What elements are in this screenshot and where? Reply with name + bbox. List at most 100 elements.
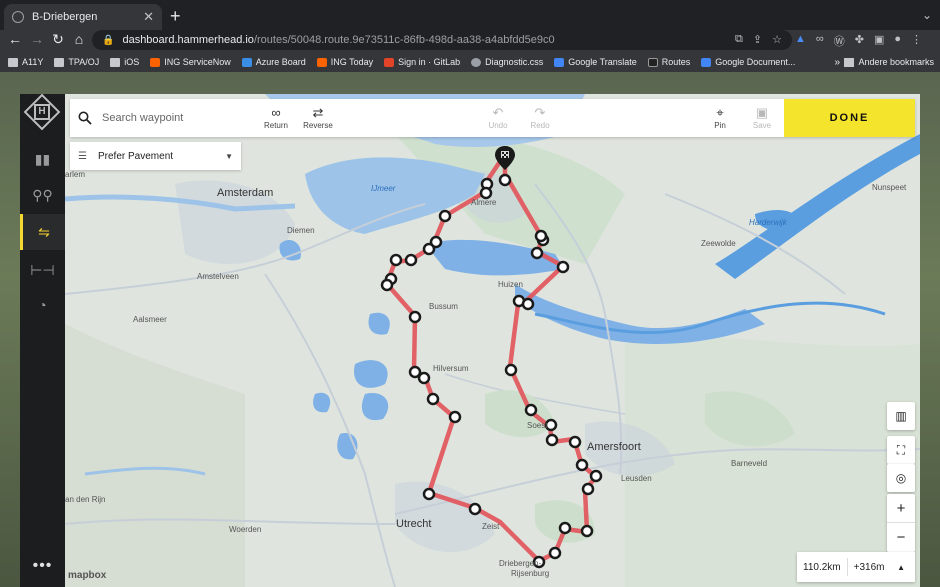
bookmark-item[interactable]: ING ServiceNow: [150, 57, 231, 67]
glasses-extension-icon[interactable]: ∞: [816, 33, 824, 49]
zoom-out-button[interactable]: −: [887, 523, 915, 552]
hammerhead-icon: [647, 57, 658, 67]
crosshair-icon: ◎: [895, 471, 907, 485]
bookmark-item[interactable]: ING Today: [316, 57, 373, 67]
new-tab-button[interactable]: +: [170, 6, 181, 27]
sidebar-item-workouts[interactable]: ⊢⊣: [20, 252, 65, 288]
undo-button[interactable]: ↶ Undo: [478, 105, 518, 130]
return-button[interactable]: ∞ Return: [256, 105, 296, 130]
bookmark-item[interactable]: iOS: [110, 57, 139, 67]
bookmark-item[interactable]: Google Translate: [554, 57, 637, 67]
map-label-ijmeer: IJmeer: [371, 184, 396, 193]
map-label-zeist: Zeist: [482, 522, 500, 531]
close-tab-icon[interactable]: ✕: [143, 9, 154, 25]
map-label-rijsenburg: Rijsenburg: [511, 569, 550, 578]
wordpress-extension-icon[interactable]: Ⓦ: [834, 33, 845, 49]
zoom-control: + −: [887, 494, 915, 552]
tab-search-icon[interactable]: ⌄: [922, 8, 932, 22]
map-label-almere: Almere: [471, 198, 497, 207]
bookmark-item[interactable]: Diagnostic.css: [471, 57, 543, 67]
search-waypoint-input[interactable]: [102, 112, 252, 124]
save-button[interactable]: ▣ Save: [742, 105, 782, 130]
map-label-amersfoort: Amersfoort: [587, 441, 641, 453]
sidebar-item-routes[interactable]: ⇋: [20, 214, 65, 250]
bar-chart-icon: ▮▮: [34, 150, 51, 167]
folder-icon: [110, 57, 121, 67]
install-app-icon[interactable]: ⧉: [735, 33, 743, 46]
sidebar-more-button[interactable]: •••: [20, 548, 65, 584]
reverse-button[interactable]: ⇄ Reverse: [298, 105, 338, 130]
map-label-diemen: Diemen: [287, 226, 315, 235]
redo-button[interactable]: ↷ Redo: [520, 105, 560, 130]
bookmarks-overflow[interactable]: »: [834, 57, 840, 68]
routing-preference-select[interactable]: ☰ Prefer Pavement ▼: [70, 142, 241, 170]
profile-avatar-icon[interactable]: ●: [894, 33, 901, 49]
extension-icons: ▲ ∞ Ⓦ ✤ ▣ ● ⋮: [795, 33, 922, 49]
mapbox-logo[interactable]: mapbox: [68, 570, 106, 581]
bookmark-item[interactable]: Sign in · GitLab: [384, 57, 460, 67]
lock-icon: 🔒: [102, 34, 115, 46]
map-label-huizen: Huizen: [498, 280, 523, 289]
bookmark-item[interactable]: A11Y: [8, 57, 43, 67]
page-viewport: H ▮▮ ⚲⚲ ⇋ ⊢⊣ ◔ ••• Amsterdam IJmeer Alme…: [0, 72, 940, 587]
bookmark-item[interactable]: Google Document...: [701, 57, 795, 67]
redo-icon: ↷: [534, 105, 546, 120]
caret-up-icon: ▲: [897, 562, 905, 572]
sidebar: H ▮▮ ⚲⚲ ⇋ ⊢⊣ ◔ •••: [20, 94, 65, 587]
map-label-utrecht: Utrecht: [396, 518, 432, 530]
route-distance: 110.2km: [803, 561, 841, 573]
save-disk-icon: ▣: [755, 105, 769, 120]
map-style-button[interactable]: ▥: [887, 402, 915, 430]
map-label-zeewolde: Zeewolde: [701, 239, 736, 248]
pin-button[interactable]: ⌖ Pin: [700, 105, 740, 130]
map-label-bussum: Bussum: [429, 302, 458, 311]
bookmark-star-icon[interactable]: ☆: [772, 33, 782, 46]
browser-menu-icon[interactable]: ⋮: [911, 33, 922, 49]
share-icon[interactable]: ⇪: [753, 33, 762, 46]
more-dots-icon: •••: [32, 557, 53, 574]
waypoint-search: [78, 99, 252, 137]
dumbbell-icon: ⊢⊣: [30, 261, 55, 278]
map-layers-icon: ▥: [895, 409, 907, 423]
map-label-barneveld: Barneveld: [731, 459, 768, 468]
url-path: /routes/50048.route.9e73511c-86fb-498d-a…: [253, 34, 555, 46]
road-settings-icon: ☰: [78, 150, 87, 162]
ing-icon: [316, 57, 327, 67]
forward-icon[interactable]: →: [28, 31, 46, 47]
bookmark-item[interactable]: Azure Board: [241, 57, 306, 67]
swap-arrows-icon: ⇄: [312, 105, 324, 120]
sidebar-item-rides[interactable]: ⚲⚲: [20, 177, 65, 213]
fit-bounds-icon: ⛶: [896, 442, 906, 457]
side-panel-icon[interactable]: ▣: [874, 33, 884, 49]
reload-icon[interactable]: ↻: [49, 31, 67, 48]
browser-tab[interactable]: B-Driebergen ✕: [4, 4, 162, 30]
map-label-driebergen: Driebergen-: [499, 559, 542, 568]
folder-icon: [54, 57, 65, 67]
extensions-puzzle-icon[interactable]: ✤: [855, 33, 864, 49]
sidebar-item-stats[interactable]: ▮▮: [20, 141, 65, 177]
azure-extension-icon[interactable]: ▲: [795, 33, 806, 49]
zoom-in-button[interactable]: +: [887, 494, 915, 523]
docs-icon: [701, 57, 712, 67]
bookmark-item[interactable]: Routes: [647, 57, 690, 67]
map-label-amsterdam: Amsterdam: [217, 187, 274, 199]
globe-icon: [471, 57, 482, 67]
hammerhead-logo[interactable]: H: [23, 94, 61, 131]
tab-bar: B-Driebergen ✕ + ⌄: [0, 0, 940, 30]
map-label-woerden: Woerden: [229, 525, 262, 534]
route-elevation: +316m: [853, 561, 885, 573]
locate-me-button[interactable]: ◎: [887, 464, 915, 492]
route-builder-app: H ▮▮ ⚲⚲ ⇋ ⊢⊣ ◔ ••• Amsterdam IJmeer Alme…: [20, 94, 920, 587]
home-icon[interactable]: ⌂: [70, 31, 88, 47]
map-pin-icon: ⌖: [716, 105, 724, 120]
address-bar[interactable]: 🔒 dashboard.hammerhead.io/routes/50048.r…: [92, 30, 792, 50]
done-button[interactable]: DONE: [784, 99, 915, 137]
sidebar-item-progress[interactable]: ◔: [20, 287, 65, 323]
route-stats-panel[interactable]: 110.2km +316m ▲: [797, 552, 915, 582]
bicycle-icon: ⚲⚲: [32, 186, 53, 203]
map-label-hilversum: Hilversum: [433, 364, 469, 373]
bookmark-item[interactable]: TPA/OJ: [54, 57, 99, 67]
fit-route-button[interactable]: ⛶: [887, 436, 915, 464]
back-icon[interactable]: ←: [6, 31, 24, 47]
other-bookmarks[interactable]: Andere bookmarks: [844, 57, 934, 67]
